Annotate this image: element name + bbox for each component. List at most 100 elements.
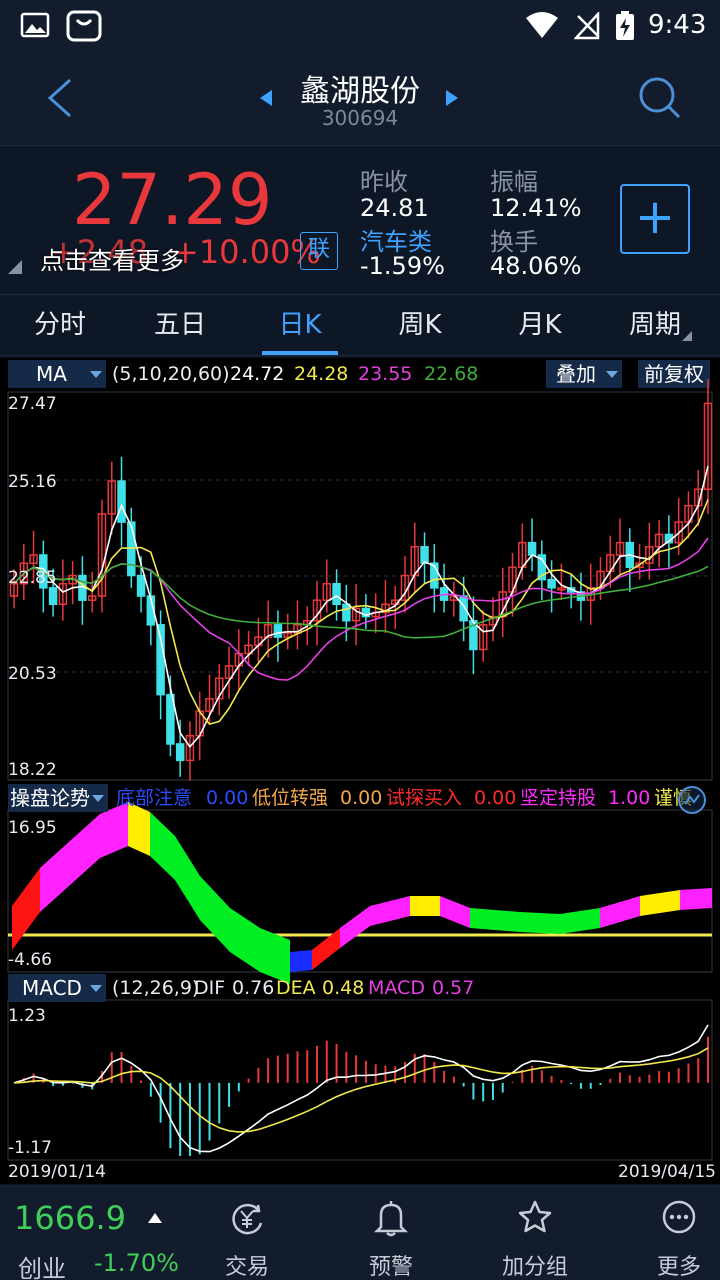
nav-add-group[interactable]: 加分组 — [480, 1187, 590, 1280]
title-bar: 蠡湖股份 300694 — [0, 52, 720, 146]
nav-trade-label: 交易 — [224, 1255, 269, 1280]
kline-y-tick: 20.53 — [8, 664, 57, 684]
chevron-down-icon — [90, 985, 102, 992]
corner-arrow-icon — [8, 260, 22, 274]
no-signal-icon — [574, 12, 600, 40]
trade-yen-icon — [232, 1203, 263, 1235]
signal-segment — [200, 876, 230, 952]
nav-alert-label: 预警 — [368, 1255, 413, 1280]
macd-histogram — [13, 1024, 709, 1156]
nav-add-group-label: 加分组 — [501, 1255, 568, 1280]
search-icon[interactable] — [636, 74, 682, 120]
dif-value: 0.76 — [232, 977, 275, 999]
macd-indicator-label: MACD — [22, 976, 82, 1000]
macd-frame — [7, 999, 713, 1161]
kline-y-tick: 22.85 — [8, 568, 57, 588]
signal-segment — [12, 868, 40, 950]
candle-body — [175, 743, 185, 762]
signal-segment — [70, 814, 100, 885]
signal-segment — [440, 896, 470, 928]
store-icon — [66, 10, 102, 42]
macd-y-tick: 1.23 — [8, 1006, 46, 1026]
signal-bottom-value: 0.00 — [206, 787, 249, 809]
signal-segment — [150, 812, 175, 880]
see-more-hint[interactable]: 点击查看更多 — [40, 246, 184, 276]
signal-indicator-label: 操盘论势 — [10, 786, 90, 810]
expand-up-icon[interactable] — [146, 1211, 164, 1225]
period-tabs: 分时 五日 日K 周K 月K 周期 — [0, 294, 720, 356]
last-price: 27.29 — [72, 159, 273, 241]
signal-indicator-dropdown[interactable]: 操盘论势 — [8, 784, 108, 812]
amplitude-label: 振幅 — [490, 168, 538, 196]
gallery-icon — [20, 12, 50, 38]
kline-y-tick: 18.22 — [8, 760, 57, 780]
signal-segment — [520, 912, 560, 934]
signal-segment — [640, 890, 680, 916]
ma20-line — [13, 537, 709, 681]
candle-body — [117, 480, 126, 523]
candles — [9, 379, 713, 781]
back-icon[interactable] — [44, 78, 74, 118]
wifi-icon — [526, 12, 558, 38]
candle-body — [547, 578, 556, 589]
tab-monthly-k[interactable]: 月K — [480, 295, 600, 355]
bell-icon — [373, 1201, 409, 1237]
signal-segment — [175, 836, 200, 920]
index-name: 创业 — [18, 1255, 66, 1280]
nav-more[interactable]: 更多 — [624, 1187, 720, 1280]
dif-label: DIF — [194, 977, 226, 999]
signal-y-tick: -4.66 — [8, 950, 52, 970]
signal-segment — [470, 908, 520, 932]
chart-area[interactable]: MA (5,10,20,60) 24.72 24.28 23.55 22.68 … — [0, 358, 720, 1184]
dea-line — [13, 1047, 709, 1133]
tab-weekly-k[interactable]: 周K — [360, 295, 480, 355]
signal-hold-value: 1.00 — [608, 787, 651, 809]
expand-indicator-icon[interactable] — [676, 784, 708, 816]
clock: 9:43 — [648, 10, 707, 40]
signal-segment — [600, 896, 640, 928]
signal-segment — [680, 888, 712, 910]
stock-code: 300694 — [321, 106, 399, 130]
turnover-value: 48.06% — [490, 252, 582, 280]
macd-value: 0.57 — [432, 977, 475, 999]
add-watchlist-button[interactable]: + — [620, 184, 690, 254]
signal-strong-name: 低位转强 — [252, 787, 329, 809]
macd-indicator-dropdown[interactable]: MACD — [8, 974, 106, 1002]
amplitude-value: 12.41% — [490, 194, 582, 222]
bottom-bar: 1666.9 创业 -1.70% 交易 预警 加分组 更多 — [0, 1186, 720, 1280]
star-icon — [518, 1200, 552, 1233]
start-date: 2019/01/14 — [8, 1162, 106, 1182]
candle-body — [136, 574, 146, 597]
signal-segment — [370, 896, 410, 926]
period-corner-icon — [682, 331, 692, 341]
nav-trade[interactable]: 交易 — [192, 1187, 302, 1280]
ma10-line — [13, 499, 709, 726]
signal-y-tick: 16.95 — [8, 818, 57, 838]
tab-intraday[interactable]: 分时 — [0, 295, 120, 355]
more-dots-icon — [662, 1200, 696, 1234]
link-badge[interactable]: 联 — [300, 232, 338, 270]
tab-daily-k[interactable]: 日K — [240, 295, 360, 355]
prev-stock-icon[interactable] — [258, 88, 274, 108]
chart-canvas[interactable] — [0, 358, 720, 1184]
signal-hold-name: 坚定持股 — [520, 787, 597, 809]
tab-five-day[interactable]: 五日 — [120, 295, 240, 355]
signal-segment — [290, 950, 312, 972]
candle-body — [420, 546, 429, 564]
signal-segment — [40, 841, 70, 912]
next-stock-icon[interactable] — [444, 88, 460, 108]
stock-name: 蠡湖股份 — [300, 74, 420, 109]
signal-probe-value: 0.00 — [474, 787, 517, 809]
quote-panel[interactable]: 27.29 +2.48 +10.00% 点击查看更多 联 昨收 24.81 汽车… — [0, 146, 720, 294]
prev-close-value: 24.81 — [360, 194, 429, 222]
nav-alert[interactable]: 预警 — [336, 1187, 446, 1280]
kline-y-tick: 25.16 — [8, 472, 57, 492]
signal-segment — [560, 908, 600, 934]
nav-more-label: 更多 — [656, 1255, 701, 1280]
status-bar: 9:43 — [0, 0, 720, 52]
end-date: 2019/04/15 — [618, 1162, 716, 1182]
tab-period[interactable]: 周期 — [600, 295, 710, 355]
chevron-down-icon — [92, 795, 104, 802]
candle-body — [332, 582, 341, 606]
index-value[interactable]: 1666.9 — [14, 1199, 126, 1237]
